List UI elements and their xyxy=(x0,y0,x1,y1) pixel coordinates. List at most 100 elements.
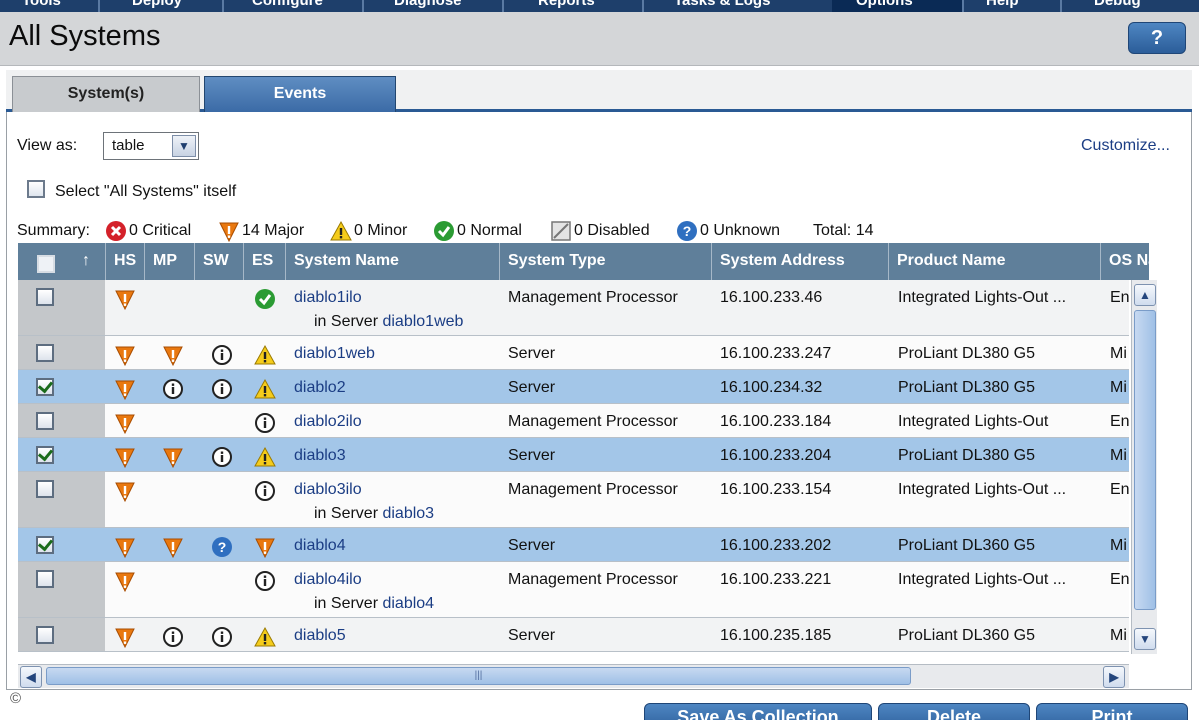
table-row[interactable]: diablo1web Server 16.100.233.247 ProLiant D… xyxy=(18,336,1129,370)
major-status-icon[interactable] xyxy=(114,446,136,469)
nav-item-reports[interactable]: Reports xyxy=(538,0,595,12)
chevron-down-icon[interactable]: ▼ xyxy=(172,135,196,157)
vertical-scroll-thumb[interactable] xyxy=(1134,310,1156,610)
minor-status-icon[interactable] xyxy=(254,378,276,400)
major-status-icon[interactable] xyxy=(114,536,136,559)
parent-server-link[interactable]: diablo3 xyxy=(382,505,434,522)
info-status-icon[interactable] xyxy=(211,378,233,400)
major-status-icon[interactable] xyxy=(114,412,136,435)
row-checkbox[interactable] xyxy=(36,344,54,362)
column-header-mp[interactable]: MP xyxy=(145,243,195,280)
column-header-es[interactable]: ES xyxy=(244,243,286,280)
sort-indicator[interactable]: ↑ xyxy=(76,243,106,280)
vertical-scrollbar[interactable]: ▲ ▼ xyxy=(1131,280,1157,654)
print-button[interactable]: Print xyxy=(1036,703,1188,720)
row-checkbox[interactable] xyxy=(36,480,54,498)
info-status-icon[interactable] xyxy=(254,412,276,434)
info-status-icon[interactable] xyxy=(211,344,233,366)
scroll-right-icon[interactable]: ▶ xyxy=(1103,666,1125,688)
row-checkbox[interactable] xyxy=(36,378,54,396)
major-status-icon[interactable] xyxy=(254,536,276,559)
column-header-system-name[interactable]: System Name xyxy=(286,243,500,280)
column-header-product-name[interactable]: Product Name xyxy=(889,243,1101,280)
table-row[interactable]: ? diablo4 Server 16.100.233.202 ProLiant DL3… xyxy=(18,528,1129,562)
row-checkbox[interactable] xyxy=(36,570,54,588)
table-row[interactable]: diablo1ilo in Server diablo1web Management… xyxy=(18,280,1129,336)
major-status-icon[interactable] xyxy=(114,570,136,593)
system-name-link[interactable]: diablo3ilo xyxy=(294,481,362,499)
system-name-link[interactable]: diablo1web xyxy=(294,345,375,363)
major-status-icon[interactable] xyxy=(162,446,184,469)
major-status-icon[interactable] xyxy=(114,626,136,649)
column-header-system-type[interactable]: System Type xyxy=(500,243,712,280)
nav-item-debug[interactable]: Debug xyxy=(1094,0,1141,12)
column-header-system-address[interactable]: System Address xyxy=(712,243,889,280)
system-name-link[interactable]: diablo3 xyxy=(294,447,346,465)
system-name-link[interactable]: diablo1ilo xyxy=(294,289,362,307)
horizontal-scrollbar[interactable]: ◀ ||| ▶ xyxy=(18,664,1129,688)
minor-status-icon[interactable] xyxy=(254,446,276,468)
horizontal-scroll-thumb[interactable]: ||| xyxy=(46,667,911,685)
system-name-link[interactable]: diablo4ilo xyxy=(294,571,362,589)
row-checkbox[interactable] xyxy=(36,412,54,430)
nav-item-deploy[interactable]: Deploy xyxy=(132,0,182,12)
nav-item-options[interactable]: Options xyxy=(856,0,913,12)
select-all-systems-checkbox[interactable] xyxy=(27,180,45,198)
info-status-icon[interactable] xyxy=(162,626,184,648)
scroll-up-icon[interactable]: ▲ xyxy=(1134,284,1156,306)
row-checkbox[interactable] xyxy=(36,536,54,554)
unknown-status-icon[interactable]: ? xyxy=(211,536,233,558)
view-as-select[interactable]: table ▼ xyxy=(103,132,199,160)
save-as-collection-button[interactable]: Save As Collection xyxy=(644,703,872,720)
row-checkbox[interactable] xyxy=(36,626,54,644)
row-checkbox[interactable] xyxy=(36,288,54,306)
minor-status-icon[interactable] xyxy=(254,344,276,366)
major-status-icon[interactable] xyxy=(162,536,184,559)
system-name-link[interactable]: diablo2ilo xyxy=(294,413,362,431)
table-row[interactable]: diablo5 Server 16.100.235.185 ProLiant DL36… xyxy=(18,618,1129,652)
major-status-icon[interactable] xyxy=(114,288,136,311)
table-row[interactable]: diablo2ilo Management Processor 16.100.233… xyxy=(18,404,1129,438)
table-row[interactable]: diablo3 Server 16.100.233.204 ProLiant DL38… xyxy=(18,438,1129,472)
nav-item-configure[interactable]: Configure xyxy=(252,0,323,12)
info-status-icon[interactable] xyxy=(162,378,184,400)
nav-item-diagnose[interactable]: Diagnose xyxy=(394,0,462,12)
normal-status-icon[interactable] xyxy=(254,288,276,310)
parent-server-link[interactable]: diablo4 xyxy=(382,595,434,612)
info-status-icon[interactable] xyxy=(254,480,276,502)
product-name-cell: Integrated Lights-Out ... xyxy=(898,571,1067,588)
major-status-icon[interactable] xyxy=(114,344,136,367)
nav-item-help[interactable]: Help xyxy=(986,0,1019,12)
title-bar: All Systems ? xyxy=(0,12,1199,66)
tab-systems[interactable]: System(s) xyxy=(12,76,200,112)
system-name-link[interactable]: diablo5 xyxy=(294,627,346,645)
major-status-icon[interactable] xyxy=(162,344,184,367)
system-name-link[interactable]: diablo4 xyxy=(294,537,346,555)
select-all-rows-checkbox[interactable] xyxy=(37,255,55,273)
nav-item-tools[interactable]: Tools xyxy=(22,0,61,12)
system-type-cell: Management Processor xyxy=(508,289,678,306)
major-status-icon[interactable] xyxy=(114,480,136,503)
row-checkbox[interactable] xyxy=(36,446,54,464)
help-button[interactable]: ? xyxy=(1128,22,1186,54)
system-name-link[interactable]: diablo2 xyxy=(294,379,346,397)
scroll-down-icon[interactable]: ▼ xyxy=(1134,628,1156,650)
table-row[interactable]: diablo4ilo in Server diablo4 Management Pr… xyxy=(18,562,1129,618)
scroll-left-icon[interactable]: ◀ xyxy=(20,666,42,688)
info-status-icon[interactable] xyxy=(211,626,233,648)
nav-item-tasks-logs[interactable]: Tasks & Logs xyxy=(674,0,770,12)
info-status-icon[interactable] xyxy=(254,570,276,592)
delete-button[interactable]: Delete xyxy=(878,703,1030,720)
column-header-hs[interactable]: HS xyxy=(106,243,145,280)
tab-events[interactable]: Events xyxy=(204,76,396,112)
column-header-os-name[interactable]: OS Na xyxy=(1101,243,1149,280)
table-row[interactable]: diablo2 Server 16.100.234.32 ProLiant DL380… xyxy=(18,370,1129,404)
system-address-cell: 16.100.233.221 xyxy=(720,571,832,588)
table-row[interactable]: diablo3ilo in Server diablo3 Management Pr… xyxy=(18,472,1129,528)
column-header-sw[interactable]: SW xyxy=(195,243,244,280)
info-status-icon[interactable] xyxy=(211,446,233,468)
minor-status-icon[interactable] xyxy=(254,626,276,648)
major-status-icon[interactable] xyxy=(114,378,136,401)
parent-server-link[interactable]: diablo1web xyxy=(382,313,463,330)
customize-link[interactable]: Customize... xyxy=(1081,137,1170,155)
